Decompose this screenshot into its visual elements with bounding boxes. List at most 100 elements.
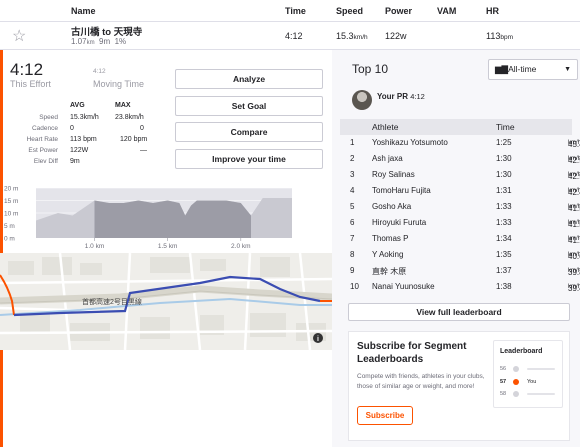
stat-label: Elev Diff [33, 158, 58, 165]
y-tick-label: 20 m [4, 186, 18, 193]
stat-max: 23.8km/h [115, 114, 144, 121]
lb-rank: 9 [350, 266, 355, 275]
leaderboard-row[interactable]: 1Yoshikazu Yotsumoto1:2545.4km/h [340, 136, 580, 152]
lb-rank: 1 [350, 138, 355, 147]
lb-time: 1:35 [496, 250, 512, 259]
lb-rank: 10 [350, 282, 359, 291]
timeframe-value: All-time [508, 64, 537, 74]
leaderboard-row[interactable]: 8Y Aoking1:3540.6km/h [340, 248, 580, 264]
y-tick-label: 5 m [4, 223, 15, 230]
col-vam[interactable]: VAM [437, 6, 456, 16]
view-full-leaderboard-button[interactable]: View full leaderboard [348, 303, 570, 321]
x-tick-label: 2.0 km [231, 243, 251, 250]
y-tick-label: 15 m [4, 198, 18, 205]
segment-table-header: Name Time Speed Power VAM HR [0, 0, 580, 22]
y-tick-label: 10 m [4, 211, 18, 218]
segment-row[interactable]: ☆ 古川橋 to 天現寺 1.07km 9m 1% 4:12 15.3km/h … [0, 22, 580, 50]
chevron-down-icon: ▼ [564, 66, 571, 73]
leaderboard-row[interactable]: 6Hiroyuki Furuta1:3341.5km/h [340, 216, 580, 232]
subscribe-button[interactable]: Subscribe [357, 406, 413, 425]
lb-time: 1:38 [496, 282, 512, 291]
stats-max-header: MAX [115, 102, 131, 109]
lb-rank: 6 [350, 218, 355, 227]
compare-button[interactable]: Compare [175, 122, 323, 142]
lb-athlete-name[interactable]: Nanai Yuunosuke [372, 282, 435, 291]
svg-text:i: i [317, 336, 319, 343]
col-power[interactable]: Power [385, 6, 412, 16]
lb-athlete-name[interactable]: Gosho Aka [372, 202, 411, 211]
stats-avg-header: AVG [70, 102, 85, 109]
stat-avg: 15.3km/h [70, 114, 99, 121]
set-goal-button[interactable]: Set Goal [175, 96, 323, 116]
stat-avg: 9m [70, 158, 80, 165]
lb-athlete-name[interactable]: Yoshikazu Yotsumoto [372, 138, 448, 147]
moving-time-value: 4:12 [93, 68, 106, 75]
leaderboard-title: Top 10 [352, 62, 389, 76]
improve-time-button[interactable]: Improve your time [175, 149, 323, 169]
lb-time: 1:30 [496, 154, 512, 163]
leaderboard-row[interactable]: 2Ash jaxa1:3042.9km/h [340, 152, 580, 168]
lb-rank: 8 [350, 250, 355, 259]
leaderboard-row[interactable]: 5Gosho Aka1:3341.5km/h [340, 200, 580, 216]
mini-dot [513, 366, 519, 372]
mini-bar [527, 368, 555, 370]
lb-athlete-name[interactable]: Roy Salinas [372, 170, 415, 179]
map-canvas: 首都高速2号目黒線 i [0, 253, 332, 350]
road-label: 首都高速2号目黒線 [82, 297, 142, 306]
col-hr[interactable]: HR [486, 6, 499, 16]
leaderboard-row[interactable]: 7Thomas P1:3441.1km/h [340, 232, 580, 248]
segment-name[interactable]: 古川橋 to 天現寺 [71, 24, 142, 38]
x-tick-label: 1.0 km [85, 243, 105, 250]
star-icon[interactable]: ☆ [12, 26, 26, 46]
stat-avg: 113 bpm [70, 136, 97, 143]
analyze-button[interactable]: Analyze [175, 69, 323, 89]
stat-label: Heart Rate [26, 136, 58, 143]
lb-athlete-name[interactable]: Hiroyuki Furuta [372, 218, 426, 227]
mini-you-label: You [527, 379, 537, 385]
lb-athlete-name[interactable]: TomoHaru Fujita [372, 186, 431, 195]
leaderboard-row[interactable]: 3Roy Salinas1:3042.9km/h [340, 168, 580, 184]
lb-athlete-name[interactable]: Thomas P [372, 234, 408, 243]
mini-dot-you [513, 379, 519, 385]
col-speed[interactable]: Speed [336, 6, 363, 16]
leaderboard-row[interactable]: 9直幹 木原1:3739.8km/h [340, 264, 580, 280]
lb-athlete-name[interactable]: 直幹 木原 [372, 266, 406, 277]
effort-time: 4:12 [10, 60, 44, 79]
y-tick-label: 0 m [4, 236, 15, 243]
lb-rank: 7 [350, 234, 355, 243]
leaderboard-row[interactable]: 4TomoHaru Fujita1:3142.4km/h [340, 184, 580, 200]
col-name[interactable]: Name [71, 6, 96, 16]
lb-time: 1:37 [496, 266, 512, 275]
x-tick-label: 1.5 km [158, 243, 178, 250]
segment-meta: 1.07km 9m 1% [71, 37, 127, 46]
lb-time: 1:30 [496, 170, 512, 179]
mini-bar [527, 393, 555, 395]
stat-label: Cadence [31, 125, 58, 132]
col-athlete: Athlete [372, 122, 399, 132]
lb-rank: 3 [350, 170, 355, 179]
effort-time-label: This Effort [10, 79, 51, 89]
lb-athlete-name[interactable]: Y Aoking [372, 250, 403, 259]
segment-hr: 113bpm [486, 31, 514, 41]
leaderboard-row[interactable]: 10Nanai Yuunosuke1:3839.4km/h [340, 280, 580, 296]
timeframe-select[interactable]: ▆▇All-time ▼ [488, 59, 578, 80]
lb-rank: 5 [350, 202, 355, 211]
col-time[interactable]: Time [285, 6, 306, 16]
mini-rank: 58 [500, 391, 507, 397]
segment-power: 122w [385, 31, 407, 41]
segment-speed: 15.3km/h [336, 31, 368, 41]
mini-rank: 57 [500, 379, 507, 385]
stat-max: — [140, 147, 147, 154]
mini-leaderboard-title: Leaderboard [500, 348, 543, 355]
segment-map[interactable]: 首都高速2号目黒線 i [0, 253, 332, 350]
elevation-chart[interactable]: 20 m 15 m 10 m 5 m 0 m 1.0 km 1.5 km 2.0 km [0, 182, 332, 252]
stat-label: Speed [39, 114, 58, 121]
lb-time: 1:31 [496, 186, 512, 195]
avatar[interactable] [352, 90, 372, 110]
your-pr: Your PR 4:12 [377, 92, 425, 101]
subscribe-title: Subscribe for Segment Leaderboards [357, 341, 467, 365]
col-lb-time: Time [496, 122, 515, 132]
subscribe-text: Compete with friends, athletes in your c… [357, 373, 485, 390]
lb-athlete-name[interactable]: Ash jaxa [372, 154, 403, 163]
stat-label: Est Power [28, 147, 58, 154]
